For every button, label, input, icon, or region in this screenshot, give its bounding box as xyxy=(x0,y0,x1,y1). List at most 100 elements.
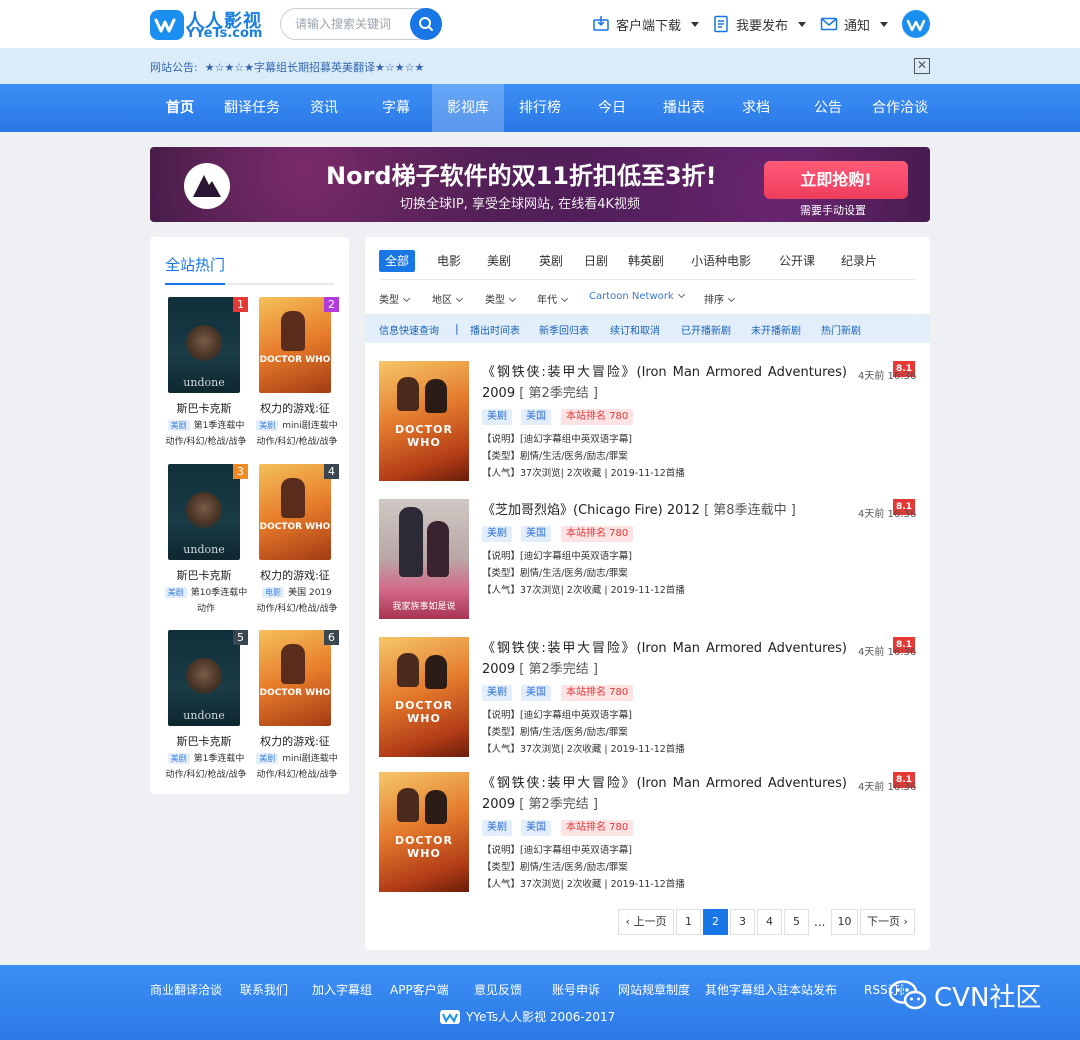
region-tag[interactable]: 美国 xyxy=(521,526,551,542)
page-button[interactable]: 10 xyxy=(831,909,858,935)
close-icon[interactable]: ✕ xyxy=(914,58,930,74)
footer-link[interactable]: 加入字幕组 xyxy=(312,981,372,998)
list-item[interactable]: DOCTOR WHO 8.1 《钢铁侠:装甲大冒险》(Iron Man Armo… xyxy=(379,361,917,481)
download-icon xyxy=(593,16,609,31)
item-title[interactable]: 《钢铁侠:装甲大冒险》(Iron Man Armored Adventures)… xyxy=(482,638,847,680)
tab-movie[interactable]: 电影 xyxy=(431,250,467,272)
buy-now-button[interactable]: 立即抢购! xyxy=(764,161,908,199)
tab-us-drama[interactable]: 美剧 xyxy=(481,250,517,272)
nav-item-cooperation[interactable]: 合作洽谈 xyxy=(866,84,934,132)
footer-link[interactable]: 意见反馈 xyxy=(474,981,522,998)
nav-item-announcements[interactable]: 公告 xyxy=(798,84,858,132)
item-popularity: 【人气】37次浏览| 2次收藏 | 2019-11-12首播 xyxy=(482,879,685,890)
nav-item-news[interactable]: 资讯 xyxy=(294,84,354,132)
filter-region[interactable]: 地区 xyxy=(432,291,464,306)
item-time: 4天前 16:36 xyxy=(858,371,917,382)
item-time: 4天前 16:36 xyxy=(858,509,917,520)
footer-link[interactable]: 联系我们 xyxy=(240,981,288,998)
poster-image: DOCTOR WHO xyxy=(259,464,331,560)
category-tag[interactable]: 美剧 xyxy=(482,685,512,701)
ad-banner[interactable]: Nord梯子软件的双11折扣低至3折! 切换全球IP, 享受全球网站, 在线看4… xyxy=(150,147,930,222)
page-button[interactable]: 3 xyxy=(730,909,755,935)
item-time: 4天前 16:36 xyxy=(858,782,917,793)
tab-kr-drama[interactable]: 韩英剧 xyxy=(622,250,670,272)
nav-item-subtitles[interactable]: 字幕 xyxy=(366,84,426,132)
search-button[interactable] xyxy=(410,8,442,40)
avatar[interactable] xyxy=(902,10,930,38)
filter-year[interactable]: 年代 xyxy=(537,291,569,306)
rank-badge: 5 xyxy=(233,630,248,645)
item-title[interactable]: 《钢铁侠:装甲大冒险》(Iron Man Armored Adventures)… xyxy=(482,773,847,815)
category-tag[interactable]: 美剧 xyxy=(482,409,512,425)
hot-item-genre: 动作/科幻/枪战/战争 xyxy=(256,437,338,447)
sidebar-title: 全站热门 xyxy=(165,256,226,274)
rank-badge: 2 xyxy=(324,297,339,312)
item-title[interactable]: 《钢铁侠:装甲大冒险》(Iron Man Armored Adventures)… xyxy=(482,362,847,404)
tab-minor-lang[interactable]: 小语种电影 xyxy=(685,250,757,272)
page-button[interactable]: 4 xyxy=(757,909,782,935)
search-input[interactable] xyxy=(295,15,405,33)
item-desc: 【说明】[迪幻字幕组中英双语字幕] xyxy=(482,551,632,562)
item-popularity: 【人气】37次浏览| 2次收藏 | 2019-11-12首播 xyxy=(482,468,685,479)
page-button[interactable]: 1 xyxy=(676,909,701,935)
region-tag[interactable]: 美国 xyxy=(521,685,551,701)
quick-link[interactable]: 热门新剧 xyxy=(821,322,861,337)
region-tag[interactable]: 美国 xyxy=(521,820,551,836)
notice-content[interactable]: ★☆★☆★字幕组长期招募英美翻译★☆★☆★ xyxy=(205,61,425,74)
client-download-menu[interactable]: 客户端下载 xyxy=(592,14,700,34)
quick-link[interactable]: 续订和取消 xyxy=(610,322,660,337)
hot-item-name: 权力的游戏:征 xyxy=(260,569,330,582)
site-logo[interactable]: 人人影视 YYeTs.com xyxy=(150,6,265,42)
chevron-down-icon xyxy=(508,294,517,303)
notifications-menu[interactable]: 通知 xyxy=(820,14,889,34)
prev-page-button[interactable]: ‹ 上一页 xyxy=(618,909,674,935)
category-tag[interactable]: 美剧 xyxy=(482,820,512,836)
nav-item-home[interactable]: 首页 xyxy=(150,84,210,132)
filter-type[interactable]: 类型 xyxy=(379,291,411,306)
nav-item-request[interactable]: 求档 xyxy=(726,84,786,132)
list-item[interactable]: DOCTOR WHO 8.1 《钢铁侠:装甲大冒险》(Iron Man Armo… xyxy=(379,637,916,757)
filter-network[interactable]: Cartoon Network xyxy=(589,290,685,302)
tab-all[interactable]: 全部 xyxy=(379,250,416,272)
quick-link[interactable]: 未开播新剧 xyxy=(751,322,801,337)
footer-link[interactable]: 账号申诉 xyxy=(552,981,600,998)
item-desc: 【说明】[迪幻字幕组中英双语字幕] xyxy=(482,710,632,721)
category-tag[interactable]: 美剧 xyxy=(482,526,512,542)
item-type: 【类型】剧情/生活/医务/励志/罪案 xyxy=(482,862,628,873)
main-nav: 首页 翻译任务 资讯 字幕 影视库 排行榜 今日 播出表 求档 公告 合作洽谈 xyxy=(0,84,1080,132)
item-title[interactable]: 《芝加哥烈焰》(Chicago Fire) 2012 [ 第8季连载中 ] xyxy=(482,500,847,521)
publish-menu[interactable]: 我要发布 xyxy=(712,14,807,34)
next-page-button[interactable]: 下一页 › xyxy=(860,909,915,935)
hot-item-genre: 动作/科幻/枪战/战争 xyxy=(165,437,247,447)
notice-bar: 网站公告: ★☆★☆★字幕组长期招募英美翻译★☆★☆★ ✕ xyxy=(0,48,1080,84)
page-button[interactable]: 5 xyxy=(784,909,809,935)
tab-open-course[interactable]: 公开课 xyxy=(773,250,821,272)
filter-sort[interactable]: 排序 xyxy=(704,291,736,306)
nav-item-schedule[interactable]: 播出表 xyxy=(654,84,714,132)
quick-link[interactable]: 信息快速查询 xyxy=(379,322,439,337)
rank-tag: 本站排名 780 xyxy=(561,685,634,701)
notice-label: 网站公告: xyxy=(150,61,198,74)
nav-item-ranking[interactable]: 排行榜 xyxy=(510,84,570,132)
footer-link[interactable]: 商业翻译洽谈 xyxy=(150,981,222,998)
hot-item-status: mini剧连载中 xyxy=(282,421,338,431)
quick-link[interactable]: 新季回归表 xyxy=(539,322,589,337)
footer-link[interactable]: 网站规章制度 xyxy=(618,981,690,998)
tab-uk-drama[interactable]: 英剧 xyxy=(533,250,569,272)
footer-link[interactable]: APP客户端 xyxy=(390,981,449,998)
footer-link[interactable]: 其他字幕组入驻本站发布 xyxy=(705,981,837,998)
tab-documentary[interactable]: 纪录片 xyxy=(835,250,883,272)
list-item[interactable]: DOCTOR WHO 8.1 《钢铁侠:装甲大冒险》(Iron Man Armo… xyxy=(379,772,917,892)
filter-genre[interactable]: 类型 xyxy=(485,291,517,306)
nav-item-translation[interactable]: 翻译任务 xyxy=(216,84,288,132)
nav-item-today[interactable]: 今日 xyxy=(582,84,642,132)
list-item[interactable]: 我家族事如是说 8.1 《芝加哥烈焰》(Chicago Fire) 2012 [… xyxy=(379,499,917,619)
poster-image: undone xyxy=(168,630,240,726)
page-button-current[interactable]: 2 xyxy=(703,909,728,935)
hot-item-genre: 动作/科幻/枪战/战争 xyxy=(256,604,338,614)
nav-item-library[interactable]: 影视库 xyxy=(432,84,504,132)
region-tag[interactable]: 美国 xyxy=(521,409,551,425)
quick-link[interactable]: 已开播新剧 xyxy=(681,322,731,337)
tab-jp-drama[interactable]: 日剧 xyxy=(578,250,614,272)
quick-link[interactable]: 播出时间表 xyxy=(470,322,520,337)
